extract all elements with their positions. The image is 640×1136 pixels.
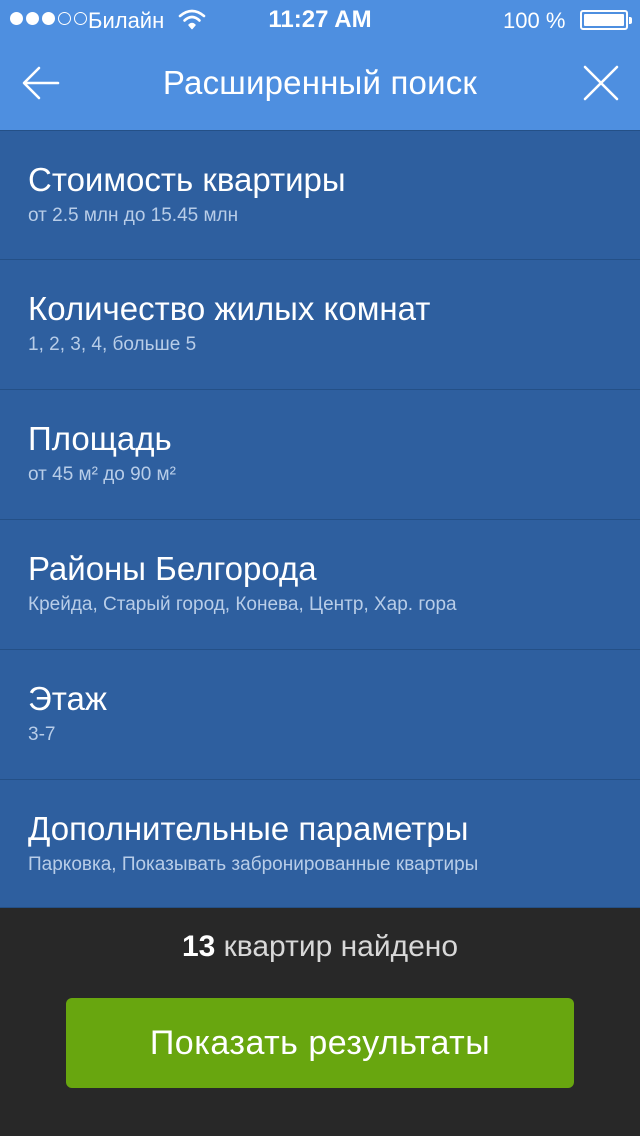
nav-bar: Расширенный поиск	[0, 40, 640, 130]
battery-fill	[584, 14, 624, 26]
filter-row-floor[interactable]: Этаж 3-7	[0, 650, 640, 780]
results-footer: 13 квартир найдено Показать результаты	[0, 908, 640, 1136]
show-results-button[interactable]: Показать результаты	[66, 998, 574, 1088]
filter-value: 1, 2, 3, 4, больше 5	[28, 334, 197, 355]
filter-title: Площадь	[28, 420, 172, 457]
filter-row-districts[interactable]: Районы Белгорода Крейда, Старый город, К…	[0, 520, 640, 650]
filter-value: Парковка, Показывать забронированные ква…	[28, 854, 479, 875]
filter-row-price[interactable]: Стоимость квартиры от 2.5 млн до 15.45 м…	[0, 130, 640, 260]
header: Билайн 11:27 AM 100 % Расширенный поиск	[0, 0, 640, 130]
battery-percentage: 100 %	[503, 8, 566, 33]
filter-title: Стоимость квартиры	[28, 161, 346, 198]
filter-value: 3-7	[28, 724, 56, 745]
filter-row-rooms[interactable]: Количество жилых комнат 1, 2, 3, 4, боль…	[0, 260, 640, 390]
filter-title: Этаж	[28, 680, 107, 717]
battery-icon	[580, 10, 632, 30]
page-title: Расширенный поиск	[162, 64, 478, 101]
results-label: квартир найдено	[215, 930, 459, 963]
filter-title: Дополнительные параметры	[28, 810, 469, 847]
results-count: 13	[181, 930, 216, 963]
filter-row-extra[interactable]: Дополнительные параметры Парковка, Показ…	[0, 780, 640, 908]
results-count-text: 13 квартир найдено	[0, 930, 640, 964]
filter-title: Количество жилых комнат	[28, 290, 431, 327]
filter-list: Стоимость квартиры от 2.5 млн до 15.45 м…	[0, 130, 640, 908]
filter-value: от 45 м² до 90 м²	[28, 464, 176, 485]
filter-title: Районы Белгорода	[28, 550, 317, 587]
filter-row-area[interactable]: Площадь от 45 м² до 90 м²	[0, 390, 640, 520]
filter-value: от 2.5 млн до 15.45 млн	[28, 205, 239, 226]
close-icon[interactable]	[578, 60, 624, 106]
status-bar: Билайн 11:27 AM 100 %	[0, 0, 640, 40]
filter-value: Крейда, Старый город, Конева, Центр, Хар…	[28, 594, 457, 615]
